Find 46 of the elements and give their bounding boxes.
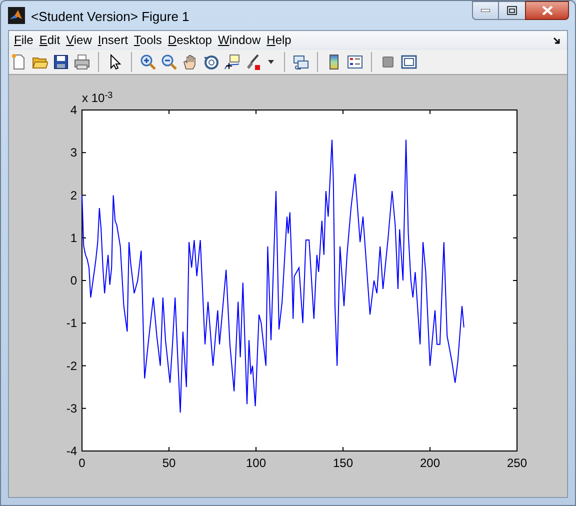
hand-icon[interactable]	[182, 54, 198, 70]
dock-arrow-icon[interactable]	[553, 36, 561, 44]
zoom-in-icon[interactable]	[140, 54, 156, 70]
tick-label: 2	[70, 188, 77, 202]
square-icon[interactable]	[380, 54, 396, 70]
tick-label: 100	[246, 456, 266, 470]
restore-icon	[507, 6, 517, 15]
tick-label: 150	[332, 456, 354, 470]
tick-label: 0	[70, 274, 77, 288]
tick-label: -2	[66, 358, 77, 373]
tick-label: -3	[66, 401, 77, 416]
menu-item[interactable]: Help	[264, 32, 294, 49]
menu-item[interactable]: Tools	[130, 32, 165, 49]
menu-item[interactable]: File	[11, 32, 36, 49]
linked-windows-icon[interactable]	[293, 54, 309, 70]
plot-tools-icon[interactable]	[401, 54, 417, 70]
menu-item[interactable]: Insert	[94, 32, 131, 49]
tick-label: 1	[70, 230, 77, 245]
new-file-icon[interactable]	[11, 54, 27, 70]
menu-item[interactable]: Edit	[36, 32, 64, 49]
maximize-button[interactable]	[499, 1, 525, 20]
close-icon	[542, 6, 552, 15]
minimize-button[interactable]	[472, 1, 499, 20]
menu-item[interactable]: Desktop	[164, 32, 215, 49]
rotate-icon[interactable]	[203, 54, 219, 70]
close-button[interactable]	[525, 1, 569, 20]
tick-label: -4	[66, 444, 77, 458]
printer-icon[interactable]	[74, 54, 90, 70]
axis-exponent-label: x 10$^{-3}$	[82, 91, 113, 105]
legend-icon[interactable]	[347, 54, 363, 70]
tick-label: 3	[70, 146, 77, 160]
tick-label: 4	[70, 103, 77, 117]
app-logo-icon	[8, 7, 25, 24]
zoom-out-icon[interactable]	[161, 54, 177, 70]
data-cursor-icon[interactable]	[224, 54, 240, 70]
menu-item[interactable]: Window	[214, 32, 264, 49]
tick-label: 50	[162, 456, 176, 470]
window-title: <Student Version> Figure 1	[31, 8, 190, 26]
tick-label: 200	[420, 456, 440, 470]
minimize-icon	[481, 9, 490, 12]
tick-label: 250	[506, 456, 528, 470]
tick-label: 0	[78, 456, 86, 470]
tick-label: -1	[66, 316, 77, 330]
save-icon[interactable]	[53, 54, 69, 70]
menu-item[interactable]: View	[63, 32, 95, 49]
brush-icon[interactable]	[245, 54, 261, 70]
